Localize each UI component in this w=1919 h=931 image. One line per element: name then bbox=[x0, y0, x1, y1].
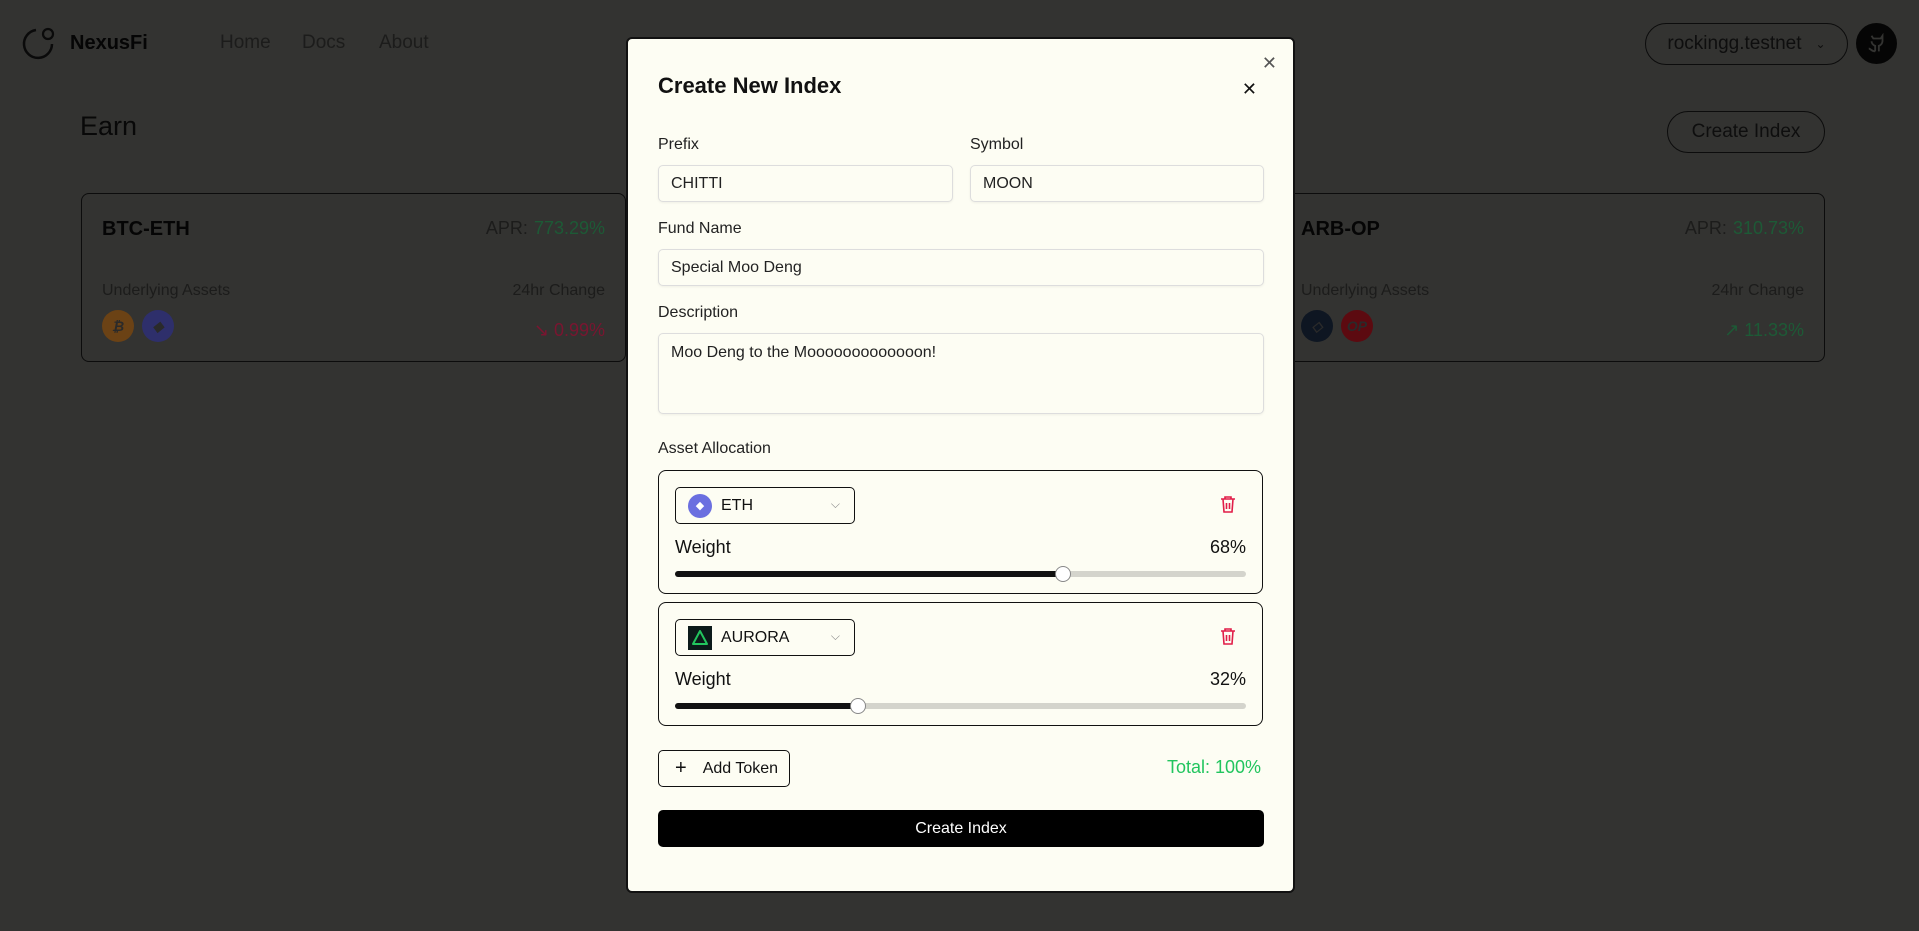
aurora-icon bbox=[688, 625, 712, 650]
allocation-row: ◆ ETH ⌵ Weight 68% bbox=[658, 470, 1263, 594]
btc-icon: ₿ bbox=[102, 310, 134, 342]
prefix-input[interactable]: CHITTI bbox=[658, 165, 953, 202]
symbol-label: Symbol bbox=[970, 136, 1024, 153]
eth-icon: ◆ bbox=[688, 493, 712, 518]
submit-create-index-button[interactable]: Create Index bbox=[658, 810, 1264, 847]
total-weight: Total: 100% bbox=[1166, 757, 1261, 777]
description-label: Description bbox=[658, 304, 739, 321]
github-icon[interactable] bbox=[1856, 23, 1897, 64]
trash-icon[interactable] bbox=[1220, 495, 1236, 513]
close-icon[interactable]: ✕ bbox=[1242, 79, 1257, 100]
card-title: ARB-OP bbox=[1301, 218, 1380, 240]
op-icon: OP bbox=[1341, 310, 1373, 342]
token-select[interactable]: AURORA ⌵ bbox=[675, 619, 855, 656]
index-card[interactable]: BTC-ETH APR: 773.29% Underlying Assets ₿ … bbox=[81, 193, 626, 362]
weight-value: 68% bbox=[1209, 537, 1246, 557]
index-card[interactable]: ARB-OP APR: 310.73% Underlying Assets ◇ O… bbox=[1250, 193, 1825, 362]
token-select[interactable]: ◆ ETH ⌵ bbox=[675, 487, 855, 524]
fund-name-input[interactable]: Special Moo Deng bbox=[658, 249, 1264, 286]
arrow-down-icon: ↘ bbox=[533, 320, 554, 340]
fund-name-label: Fund Name bbox=[658, 220, 742, 237]
arrow-up-icon: ↗ bbox=[1724, 320, 1745, 340]
token-name: AURORA bbox=[721, 628, 790, 646]
page-title: Earn bbox=[80, 111, 138, 141]
change-label: 24hr Change bbox=[1711, 282, 1804, 299]
slider-thumb[interactable] bbox=[1055, 566, 1072, 582]
create-index-button[interactable]: Create Index bbox=[1667, 111, 1825, 153]
change-value: ↗ 11.33% bbox=[1724, 320, 1804, 340]
weight-label: Weight bbox=[675, 537, 731, 557]
chevron-down-icon: ⌄ bbox=[1815, 37, 1826, 51]
add-token-button[interactable]: + Add Token bbox=[658, 750, 790, 787]
modal-title: Create New Index bbox=[658, 73, 842, 98]
chevron-down-icon: ⌵ bbox=[830, 497, 840, 511]
plus-icon: + bbox=[675, 757, 687, 779]
asset-allocation-label: Asset Allocation bbox=[658, 440, 771, 457]
underlying-assets-label: Underlying Assets bbox=[102, 282, 231, 299]
card-apr: APR: 310.73% bbox=[1684, 218, 1804, 238]
trash-icon[interactable] bbox=[1220, 627, 1236, 645]
weight-slider[interactable] bbox=[675, 698, 1246, 714]
wallet-name: rockingg.testnet bbox=[1667, 33, 1802, 54]
change-label: 24hr Change bbox=[512, 282, 605, 299]
weight-label: Weight bbox=[675, 669, 731, 689]
allocation-row: AURORA ⌵ Weight 32% bbox=[658, 602, 1263, 726]
create-index-modal: ✕ Create New Index ✕ Prefix CHITTI Symbo… bbox=[626, 37, 1295, 893]
wallet-button[interactable]: rockingg.testnet ⌄ bbox=[1645, 23, 1848, 65]
description-textarea[interactable]: Moo Deng to the Mooooooooooooon! bbox=[658, 333, 1264, 414]
brand-name: NexusFi bbox=[70, 32, 148, 54]
close-icon[interactable]: ✕ bbox=[1262, 53, 1277, 74]
weight-value: 32% bbox=[1209, 669, 1246, 689]
nav-about[interactable]: About bbox=[379, 32, 429, 54]
eth-icon: ◆ bbox=[142, 310, 174, 342]
token-name: ETH bbox=[721, 496, 753, 514]
underlying-assets-label: Underlying Assets bbox=[1301, 282, 1430, 299]
prefix-label: Prefix bbox=[658, 136, 699, 153]
symbol-input[interactable]: MOON bbox=[970, 165, 1264, 202]
nexusfi-logo-icon bbox=[22, 27, 55, 60]
chevron-down-icon: ⌵ bbox=[830, 629, 840, 643]
card-title: BTC-ETH bbox=[102, 218, 190, 240]
card-apr: APR: 773.29% bbox=[485, 218, 605, 238]
nav-docs[interactable]: Docs bbox=[302, 32, 345, 54]
arb-icon: ◇ bbox=[1301, 310, 1333, 342]
weight-slider[interactable] bbox=[675, 566, 1246, 582]
slider-thumb[interactable] bbox=[849, 698, 866, 714]
change-value: ↘ 0.99% bbox=[533, 320, 605, 340]
add-token-label: Add Token bbox=[702, 759, 779, 777]
nav-home[interactable]: Home bbox=[220, 32, 271, 54]
